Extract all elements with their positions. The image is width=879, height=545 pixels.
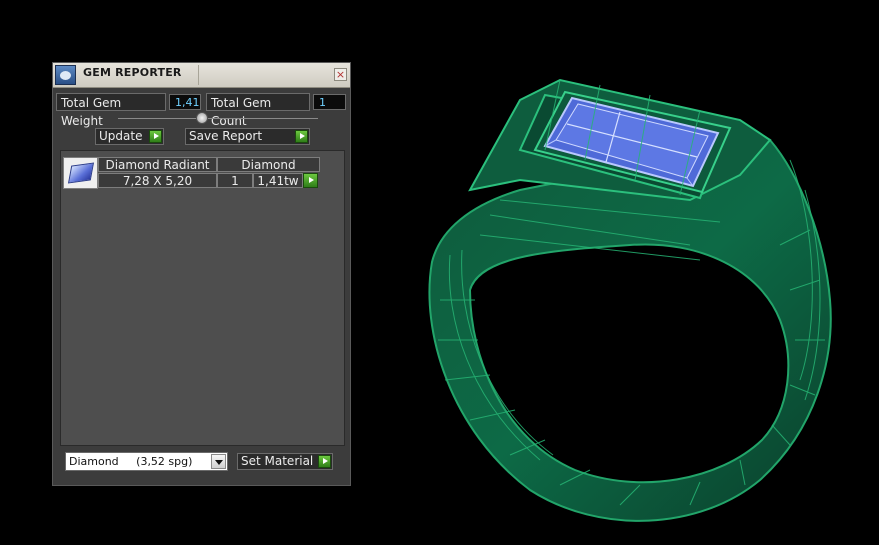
close-button[interactable]: × [334,68,347,81]
shape-column-header: Diamond Radiant [98,157,217,172]
material-select[interactable]: Diamond (3,52 spg) [65,452,228,471]
play-arrow-icon [149,130,162,143]
slider-track [118,118,318,119]
save-report-button-label: Save Report [189,129,263,143]
set-material-button[interactable]: Set Material [237,453,333,470]
total-gem-weight-value: 1,41 [169,94,201,110]
total-gem-weight-label: Total Gem Weight [56,93,166,128]
gem-reporter-panel: GEM REPORTER × Total Gem Weight 1,41 Tot… [52,62,351,486]
window-title: GEM REPORTER [83,66,182,79]
play-arrow-icon [295,130,308,143]
radiant-diamond-icon[interactable] [63,157,98,189]
set-material-button-label: Set Material [241,454,314,468]
gem-count-cell: 1 [217,173,253,188]
slider-handle[interactable] [196,112,208,124]
chevron-down-icon[interactable] [211,454,226,469]
title-separator [198,65,199,85]
material-select-value: Diamond (3,52 spg) [69,455,193,468]
update-button-label: Update [99,129,143,143]
play-arrow-icon [318,455,331,468]
total-gem-count-value: 1 [313,94,346,110]
title-bar[interactable]: GEM REPORTER × [53,63,350,88]
gem-weight-cell: 1,41tw [253,173,303,188]
save-report-button[interactable]: Save Report [185,128,310,145]
gem-reporter-icon [55,65,76,85]
update-button[interactable]: Update [95,128,164,145]
total-gem-count-label: Total Gem Count [206,93,310,128]
gem-list[interactable]: Diamond Radiant Diamond 7,28 X 5,20 1 1,… [60,150,345,446]
gem-row-arrow-icon[interactable] [303,173,318,188]
gem-size-cell: 7,28 X 5,20 [98,173,217,188]
material-column-header: Diamond [217,157,320,172]
